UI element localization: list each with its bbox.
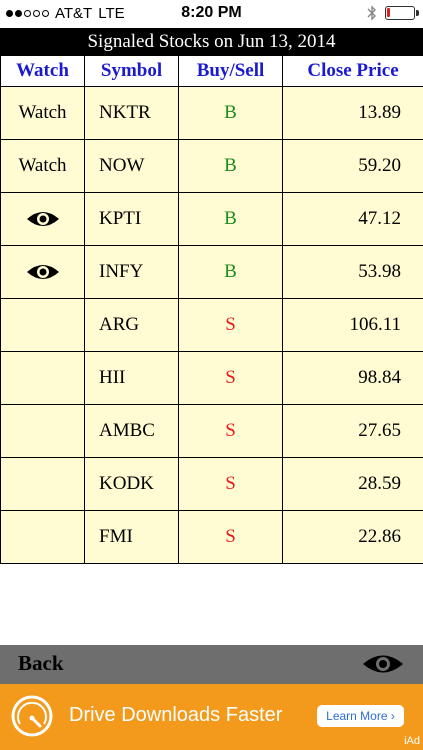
signal-cell: S [178, 298, 283, 352]
price-cell: 106.11 [282, 298, 423, 352]
symbol-cell: FMI [84, 510, 179, 564]
symbol-cell: ARG [84, 298, 179, 352]
watch-cell[interactable] [0, 457, 85, 511]
bluetooth-icon [367, 5, 376, 21]
battery-icon [385, 6, 419, 20]
signaled-stocks-table: Watch Symbol Buy/Sell Close Price Watch N… [0, 55, 423, 564]
bottom-toolbar: Back [0, 645, 423, 684]
table-row[interactable]: Watch NOW B 59.20 [0, 139, 423, 193]
header-buy-sell: Buy/Sell [178, 55, 283, 87]
watch-cell[interactable] [0, 192, 85, 246]
watch-cell[interactable]: Watch [0, 139, 85, 193]
symbol-cell: KPTI [84, 192, 179, 246]
table-row[interactable]: HII S 98.84 [0, 351, 423, 405]
signal-cell: B [178, 192, 283, 246]
back-button[interactable]: Back [18, 651, 64, 676]
price-cell: 98.84 [282, 351, 423, 405]
status-right [367, 5, 419, 21]
watch-cell[interactable] [0, 245, 85, 299]
status-bar: AT&T LTE 8:20 PM [0, 0, 423, 28]
price-cell: 22.86 [282, 510, 423, 564]
page-title: Signaled Stocks on Jun 13, 2014 [0, 28, 423, 55]
symbol-cell: NKTR [84, 86, 179, 140]
table-row[interactable]: KODK S 28.59 [0, 457, 423, 511]
eye-icon [26, 265, 59, 280]
signal-cell: B [178, 139, 283, 193]
ad-text[interactable]: Drive Downloads Faster [69, 704, 282, 727]
header-close-price: Close Price [282, 55, 423, 87]
table-header-row: Watch Symbol Buy/Sell Close Price [0, 55, 423, 87]
battery-level [387, 8, 390, 17]
signal-cell: S [178, 457, 283, 511]
signal-cell: B [178, 86, 283, 140]
learn-more-button[interactable]: Learn More › [317, 705, 404, 727]
table-row[interactable]: FMI S 22.86 [0, 510, 423, 564]
watch-cell[interactable] [0, 298, 85, 352]
signal-cell: B [178, 245, 283, 299]
signal-cell: S [178, 404, 283, 458]
table-row[interactable]: Watch NKTR B 13.89 [0, 86, 423, 140]
table-row[interactable]: KPTI B 47.12 [0, 192, 423, 246]
watch-label: Watch [18, 155, 67, 176]
status-time: 8:20 PM [181, 4, 242, 21]
symbol-cell: KODK [84, 457, 179, 511]
eye-icon[interactable] [361, 651, 405, 677]
symbol-cell: INFY [84, 245, 179, 299]
price-cell: 27.65 [282, 404, 423, 458]
signal-cell: S [178, 351, 283, 405]
speedometer-icon [11, 695, 53, 737]
watch-cell[interactable]: Watch [0, 86, 85, 140]
header-symbol: Symbol [84, 55, 179, 87]
table-row[interactable]: ARG S 106.11 [0, 298, 423, 352]
price-cell: 59.20 [282, 139, 423, 193]
watch-cell[interactable] [0, 351, 85, 405]
header-watch: Watch [0, 55, 85, 87]
price-cell: 47.12 [282, 192, 423, 246]
watch-cell[interactable] [0, 404, 85, 458]
table-row[interactable]: INFY B 53.98 [0, 245, 423, 299]
watch-cell[interactable] [0, 510, 85, 564]
symbol-cell: HII [84, 351, 179, 405]
eye-icon [26, 212, 59, 227]
price-cell: 13.89 [282, 86, 423, 140]
table-row[interactable]: AMBC S 27.65 [0, 404, 423, 458]
symbol-cell: AMBC [84, 404, 179, 458]
signal-cell: S [178, 510, 283, 564]
watch-label: Watch [18, 102, 67, 123]
price-cell: 53.98 [282, 245, 423, 299]
ad-banner[interactable]: Drive Downloads Faster Learn More › iAd [0, 684, 423, 750]
price-cell: 28.59 [282, 457, 423, 511]
symbol-cell: NOW [84, 139, 179, 193]
iad-badge: iAd [404, 735, 420, 747]
